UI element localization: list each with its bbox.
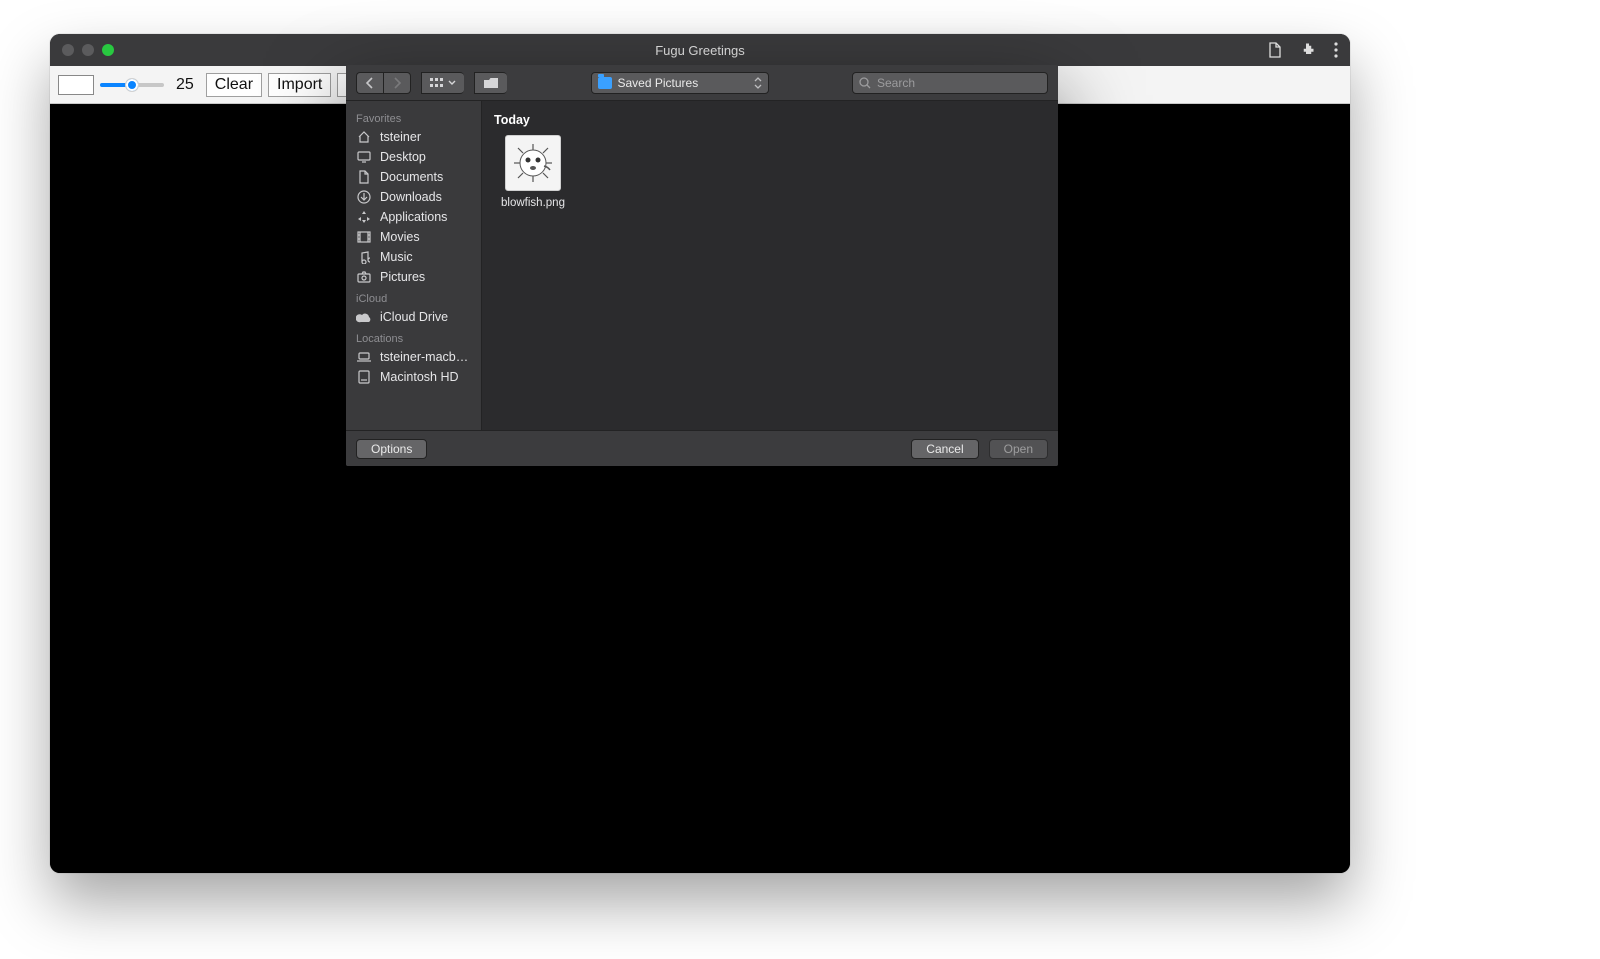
- chevron-updown-icon: [754, 77, 762, 89]
- sidebar-item[interactable]: Applications: [346, 207, 481, 227]
- download-icon: [356, 190, 372, 204]
- page-icon[interactable]: [1268, 42, 1282, 58]
- sidebar-item[interactable]: Music: [346, 247, 481, 267]
- desktop-icon: [356, 150, 372, 164]
- nav-back-button[interactable]: [356, 72, 383, 94]
- camera-icon: [356, 270, 372, 284]
- sidebar-item-label: Applications: [380, 210, 447, 224]
- brush-size-slider[interactable]: [100, 77, 164, 93]
- fullscreen-window-button[interactable]: [102, 44, 114, 56]
- sidebar-item-label: Desktop: [380, 150, 426, 164]
- dialog-toolbar: Saved Pictures: [346, 65, 1058, 101]
- location-label: Saved Pictures: [618, 76, 699, 90]
- location-popup[interactable]: Saved Pictures: [591, 72, 769, 94]
- disk-icon: [356, 370, 372, 384]
- doc-icon: [356, 170, 372, 184]
- view-mode-button[interactable]: [421, 72, 464, 94]
- search-field[interactable]: [852, 72, 1048, 94]
- clear-button[interactable]: Clear: [206, 73, 262, 97]
- options-button[interactable]: Options: [356, 439, 427, 459]
- sidebar-section-header: Favorites: [346, 107, 481, 127]
- sidebar-section-header: Locations: [346, 327, 481, 347]
- movie-icon: [356, 230, 372, 244]
- minimize-window-button[interactable]: [82, 44, 94, 56]
- sidebar-item-label: Music: [380, 250, 413, 264]
- cancel-button[interactable]: Cancel: [911, 439, 978, 459]
- file-thumbnail: [505, 135, 561, 191]
- titlebar: Fugu Greetings: [50, 34, 1350, 66]
- sidebar-item[interactable]: Downloads: [346, 187, 481, 207]
- sidebar-item[interactable]: iCloud Drive: [346, 307, 481, 327]
- group-by-button[interactable]: [474, 72, 507, 94]
- sidebar-section-header: iCloud: [346, 287, 481, 307]
- open-file-dialog: Saved Pictures Favorites tsteiner Desktop D…: [346, 65, 1058, 466]
- more-icon[interactable]: [1334, 42, 1338, 58]
- sidebar-item[interactable]: tsteiner-macb…: [346, 347, 481, 367]
- sidebar-item-label: Pictures: [380, 270, 425, 284]
- folder-icon: [598, 77, 612, 89]
- laptop-icon: [356, 350, 372, 364]
- import-button[interactable]: Import: [268, 73, 331, 97]
- sidebar-item-label: iCloud Drive: [380, 310, 448, 324]
- sidebar-item-label: Macintosh HD: [380, 370, 459, 384]
- sidebar-item-label: tsteiner-macb…: [380, 350, 468, 364]
- extensions-icon[interactable]: [1300, 42, 1316, 58]
- sidebar-item[interactable]: Movies: [346, 227, 481, 247]
- sidebar-item-label: Documents: [380, 170, 443, 184]
- file-list[interactable]: Today blowfish.png: [482, 101, 1058, 430]
- close-window-button[interactable]: [62, 44, 74, 56]
- file-name: blowfish.png: [494, 197, 572, 209]
- window-title: Fugu Greetings: [50, 43, 1350, 58]
- search-icon: [859, 77, 871, 89]
- apps-icon: [356, 210, 372, 224]
- sidebar-item-label: Movies: [380, 230, 420, 244]
- nav-forward-button[interactable]: [383, 72, 411, 94]
- sidebar-item[interactable]: Macintosh HD: [346, 367, 481, 387]
- cloud-icon: [356, 310, 372, 324]
- sidebar[interactable]: Favorites tsteiner Desktop Documents Downloa…: [346, 101, 482, 430]
- music-icon: [356, 250, 372, 264]
- sidebar-item[interactable]: Desktop: [346, 147, 481, 167]
- open-button[interactable]: Open: [989, 439, 1048, 459]
- dialog-footer: Options Cancel Open: [346, 430, 1058, 466]
- sidebar-item-label: Downloads: [380, 190, 442, 204]
- sidebar-item[interactable]: Documents: [346, 167, 481, 187]
- file-item[interactable]: blowfish.png: [494, 135, 572, 209]
- color-swatch[interactable]: [58, 75, 94, 95]
- sidebar-item[interactable]: Pictures: [346, 267, 481, 287]
- sidebar-item[interactable]: tsteiner: [346, 127, 481, 147]
- home-icon: [356, 130, 372, 144]
- traffic-lights: [62, 44, 114, 56]
- brush-size-value: 25: [170, 76, 200, 94]
- group-header: Today: [494, 113, 1046, 127]
- search-input[interactable]: [877, 76, 1041, 90]
- sidebar-item-label: tsteiner: [380, 130, 421, 144]
